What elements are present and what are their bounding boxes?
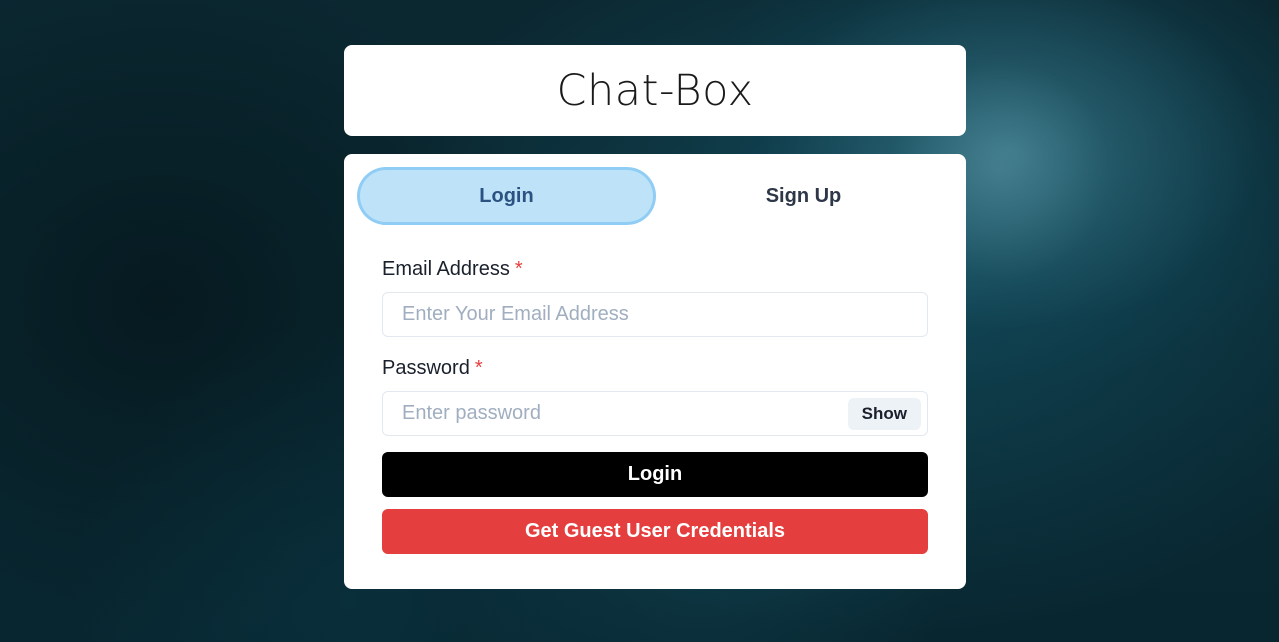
tab-login[interactable]: Login: [360, 170, 653, 222]
email-field[interactable]: [383, 293, 927, 336]
email-label: Email Address *: [382, 254, 928, 284]
show-password-button[interactable]: Show: [847, 398, 921, 430]
email-label-text: Email Address: [382, 258, 510, 280]
auth-tabs: Login Sign Up: [360, 170, 950, 222]
password-field[interactable]: [383, 392, 927, 435]
app-title: Chat-Box: [556, 65, 754, 116]
password-label: Password *: [382, 353, 928, 383]
email-field-wrapper: [382, 292, 928, 337]
login-form: Email Address* Password* Show Login Get …: [382, 254, 928, 554]
password-required-marker: *: [474, 357, 483, 379]
app-header: Chat-Box: [344, 45, 966, 136]
login-button[interactable]: Login: [382, 452, 928, 497]
tab-sign-up[interactable]: Sign Up: [657, 170, 950, 222]
email-required-marker: *: [514, 258, 523, 280]
password-label-text: Password: [382, 357, 470, 379]
auth-card: Login Sign Up Email Address* Password* S…: [344, 154, 966, 589]
password-field-wrapper: Show: [382, 391, 928, 436]
guest-credentials-button[interactable]: Get Guest User Credentials: [382, 509, 928, 554]
